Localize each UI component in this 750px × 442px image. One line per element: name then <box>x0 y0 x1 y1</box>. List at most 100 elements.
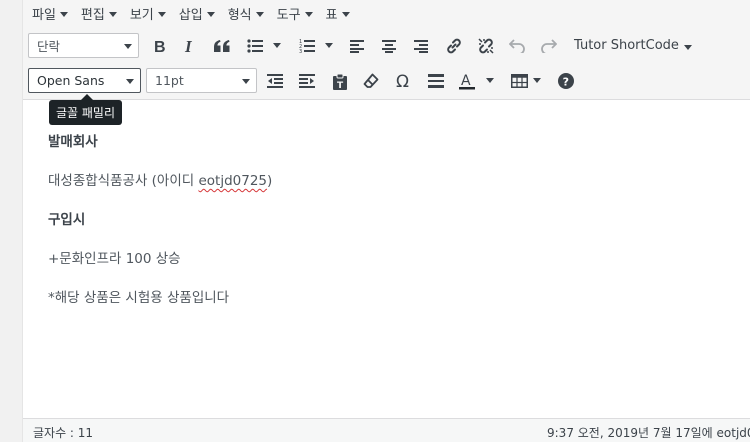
undo-icon <box>509 39 525 53</box>
chevron-down-icon <box>683 45 692 50</box>
italic-button[interactable]: I <box>179 33 201 59</box>
menu-insert[interactable]: 삽입 <box>179 2 215 24</box>
content-heading-company: 발매회사 <box>48 134 98 150</box>
menu-tools-label: 도구 <box>276 7 301 23</box>
chevron-down-icon <box>255 11 264 17</box>
horizontal-line-button[interactable] <box>425 68 447 94</box>
redo-button[interactable] <box>539 33 559 59</box>
chevron-down-icon <box>242 79 250 84</box>
company-name-text: 대성종합식품공사 (아이디 <box>48 173 199 189</box>
editor-menubar: 파일 편집 보기 삽입 형식 도구 표 <box>23 0 750 26</box>
chevron-down-icon <box>124 44 132 49</box>
horizontal-line-icon <box>428 74 444 88</box>
chevron-down-icon <box>341 11 350 17</box>
quote-icon <box>214 40 230 52</box>
chevron-down-icon[interactable] <box>533 78 541 83</box>
tutor-shortcode-label: Tutor ShortCode <box>574 38 679 53</box>
special-character-button[interactable]: Ω <box>393 68 415 94</box>
bold-button[interactable]: B <box>149 33 171 59</box>
word-count: 글자수 : 11 <box>33 426 94 440</box>
content-note-line: *해당 상품은 시험용 상품입니다 <box>48 290 230 306</box>
paste-text-button[interactable]: T <box>330 68 350 94</box>
font-size-value: 11pt <box>155 73 184 88</box>
font-family-select[interactable]: Open Sans <box>28 68 141 93</box>
menu-edit[interactable]: 편집 <box>81 2 117 24</box>
help-button[interactable]: ? <box>556 68 576 94</box>
menu-view[interactable]: 보기 <box>130 2 166 24</box>
chevron-down-icon[interactable] <box>325 43 333 48</box>
text-color-button[interactable]: A <box>455 68 479 94</box>
chevron-down-icon <box>206 11 215 17</box>
svg-text:I: I <box>184 38 193 54</box>
menu-tools[interactable]: 도구 <box>277 2 313 24</box>
indent-button[interactable] <box>297 68 317 94</box>
chevron-down-icon <box>126 79 134 84</box>
svg-text:3: 3 <box>299 49 302 54</box>
svg-text:T: T <box>337 81 344 90</box>
omega-icon: Ω <box>396 73 409 89</box>
align-right-button[interactable] <box>411 33 431 59</box>
numbered-list-button[interactable]: 123 <box>297 33 317 59</box>
text-color-icon: A <box>459 73 475 90</box>
unlink-icon <box>478 38 494 54</box>
chevron-down-icon[interactable] <box>273 43 281 48</box>
menu-view-label: 보기 <box>129 7 154 23</box>
menu-table[interactable]: 표 <box>326 2 350 24</box>
menu-file[interactable]: 파일 <box>32 2 68 24</box>
company-id-text: eotjd0725 <box>198 173 268 189</box>
bullet-list-button[interactable] <box>245 33 265 59</box>
chevron-down-icon <box>108 11 117 17</box>
menu-format[interactable]: 형식 <box>228 2 264 24</box>
company-line-suffix: ) <box>267 173 273 189</box>
menu-insert-label: 삽입 <box>178 7 203 23</box>
help-icon: ? <box>558 73 574 89</box>
outdent-button[interactable] <box>265 68 285 94</box>
font-family-tooltip: 글꼴 패밀리 <box>49 94 123 125</box>
table-icon <box>510 74 528 88</box>
link-icon <box>447 38 461 54</box>
insert-link-button[interactable] <box>443 33 465 59</box>
block-format-select[interactable]: 단락 <box>28 33 139 58</box>
bold-icon: B <box>154 39 166 54</box>
unlink-button[interactable] <box>475 33 497 59</box>
clear-formatting-button[interactable] <box>361 68 381 94</box>
align-left-icon <box>350 39 364 53</box>
editor-statusbar: 글자수 : 11 9:37 오전, 2019년 7월 17일에 eotjd072… <box>23 418 750 442</box>
font-family-value: Open Sans <box>37 73 105 88</box>
eraser-icon <box>363 73 379 88</box>
indent-icon <box>299 74 315 88</box>
italic-icon: I <box>184 38 193 54</box>
chevron-down-icon[interactable] <box>486 78 494 83</box>
align-left-button[interactable] <box>347 33 367 59</box>
admin-left-strip <box>0 0 22 442</box>
svg-text:A: A <box>461 73 471 89</box>
insert-table-button[interactable] <box>509 68 529 94</box>
outdent-icon <box>267 74 283 88</box>
paste-text-icon: T <box>333 73 347 90</box>
menu-file-label: 파일 <box>32 7 56 23</box>
content-heading-purchase: 구입시 <box>48 212 86 228</box>
align-center-icon <box>382 39 396 53</box>
blockquote-button[interactable] <box>211 33 233 59</box>
chevron-down-icon <box>157 11 166 17</box>
toolbar-row-2: Open Sans 11pt T Ω A ? <box>23 64 750 96</box>
align-center-button[interactable] <box>379 33 399 59</box>
undo-button[interactable] <box>507 33 527 59</box>
tooltip-text: 글꼴 패밀리 <box>56 106 116 120</box>
tutor-shortcode-dropdown[interactable]: Tutor ShortCode <box>574 38 692 53</box>
chevron-down-icon <box>59 11 68 17</box>
svg-text:Ω: Ω <box>396 73 409 89</box>
rich-text-editor: 파일 편집 보기 삽입 형식 도구 표 단락 B I 1 2 3 Tutor S… <box>22 0 750 442</box>
block-format-value: 단락 <box>37 39 61 54</box>
menu-format-label: 형식 <box>227 7 252 23</box>
content-effect-line: +문화인프라 100 상승 <box>48 251 181 267</box>
font-size-select[interactable]: 11pt <box>146 68 257 93</box>
svg-text:?: ? <box>563 76 569 89</box>
menu-table-label: 표 <box>325 7 338 23</box>
menu-edit-label: 편집 <box>80 7 105 23</box>
bullet-list-icon <box>247 39 263 53</box>
toolbar-row-1: 단락 B I 123 Tutor ShortCode <box>23 29 750 61</box>
redo-icon <box>541 39 557 53</box>
last-saved-info: 9:37 오전, 2019년 7월 17일에 eotjd0725 <box>547 426 750 440</box>
chevron-down-icon <box>304 11 313 17</box>
